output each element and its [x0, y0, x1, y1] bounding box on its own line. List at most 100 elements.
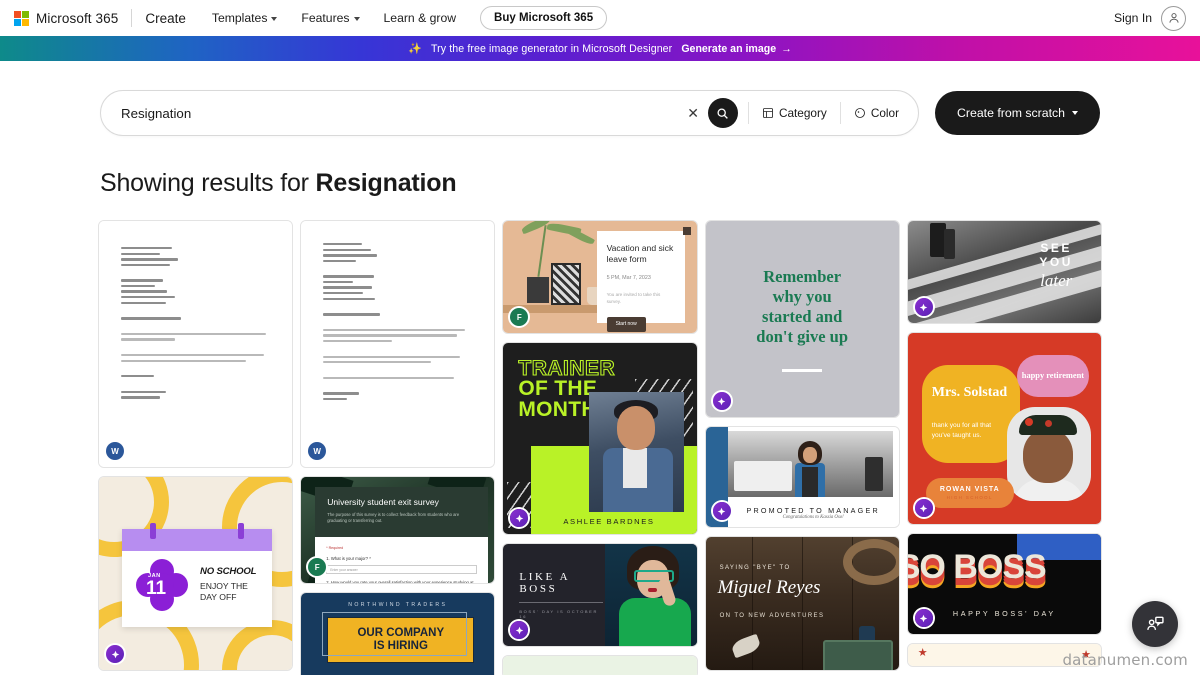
designer-badge	[914, 499, 933, 517]
color-palette-icon	[854, 108, 865, 118]
quote-line-4: don't give up	[756, 326, 848, 346]
results-prefix: Showing results for	[100, 169, 316, 197]
calendar-graphic: JAN 11 NO SCHOOL ENJOY THE DAY OFF	[122, 523, 272, 627]
template-card-promoted-to-manager[interactable]: PROMOTED TO MANAGER Congratulations to K…	[704, 426, 900, 528]
color-filter-button[interactable]: Color	[843, 106, 910, 120]
survey-question-2: 2. How would you rate your overall satis…	[326, 579, 474, 583]
template-card-no-school[interactable]: JAN 11 NO SCHOOL ENJOY THE DAY OFF	[98, 476, 294, 671]
retirement-tag: happy retirement	[1016, 355, 1089, 397]
partial-card-preview	[503, 656, 697, 675]
template-card-happy-retirement[interactable]: happy retirement Mrs. Solstad thank you …	[906, 332, 1102, 525]
vacation-form-preview: Vacation and sick leave form 5 PM, Mar 7…	[503, 221, 697, 333]
vacation-form-meta: 5 PM, Mar 7, 2023	[606, 275, 651, 282]
survey-panel: University student exit survey The purpo…	[315, 487, 489, 583]
hiring-brand: NORTHWIND TRADERS	[348, 602, 448, 608]
word-badge: W	[106, 442, 124, 460]
template-card-remember-why-you-started[interactable]: Remember why you started and don't give …	[704, 220, 900, 418]
nav-create-link[interactable]: Create	[145, 11, 186, 26]
generate-image-label: Generate an image	[681, 42, 777, 55]
no-school-sub2: DAY OFF	[200, 591, 237, 602]
quote-line-3: started and	[762, 306, 843, 326]
promotion-subtitle: Congratulations to Kassia Oso!	[782, 515, 844, 520]
chevron-down-icon	[271, 16, 278, 21]
nav-item-features[interactable]: Features	[301, 11, 360, 25]
survey-title: University student exit survey	[327, 497, 439, 507]
trainer-poster-preview: TRAINER OF THE MONTH ASHLEE BARDNES	[503, 343, 697, 534]
microsoft-365-logo[interactable]: Microsoft 365	[14, 10, 119, 26]
feedback-button[interactable]	[1132, 601, 1178, 647]
star-icon: ★	[917, 647, 928, 659]
see-you-line-2: YOU	[1039, 255, 1073, 270]
retirement-preview: happy retirement Mrs. Solstad thank you …	[907, 333, 1101, 524]
category-icon	[763, 108, 773, 118]
survey-required-note: * Required	[326, 545, 344, 550]
nav-item-learn-grow[interactable]: Learn & grow	[384, 11, 457, 25]
template-card-trainer-of-the-month[interactable]: TRAINER OF THE MONTH ASHLEE BARDNES	[502, 342, 698, 535]
template-card-like-a-boss[interactable]: LIKE A BOSS BOSS' DAY IS OCTOBER 16	[502, 543, 698, 647]
no-school-title: NO SCHOOL	[200, 566, 257, 577]
like-a-boss-subtitle: BOSS' DAY IS OCTOBER 16	[519, 609, 598, 619]
designer-badge	[106, 645, 124, 663]
generate-image-link[interactable]: Generate an image →	[681, 43, 791, 55]
create-from-scratch-button[interactable]: Create from scratch	[935, 91, 1100, 135]
search-row: ✕ Category Color Create from scratch	[0, 90, 1200, 136]
search-bar[interactable]: ✕ Category Color	[100, 90, 920, 136]
filter-divider	[747, 102, 749, 124]
like-a-boss-title: LIKE A BOSS	[519, 571, 570, 595]
farewell-preview: SAYING "BYE" TO Miguel Reyes ON TO NEW A…	[705, 537, 899, 670]
template-card-so-boss[interactable]: SO BOSS SO BOSS SO BOSS SO BOSS HAPPY BO…	[906, 533, 1102, 635]
page-title: Showing results for Resignation	[100, 169, 1200, 198]
designer-badge	[914, 298, 933, 316]
promotion-preview: PROMOTED TO MANAGER Congratulations to K…	[705, 427, 899, 527]
designer-badge	[712, 392, 731, 410]
quote-line-2: why you	[772, 286, 832, 306]
template-card-miguel-reyes-farewell[interactable]: SAYING "BYE" TO Miguel Reyes ON TO NEW A…	[704, 536, 900, 671]
feedback-person-icon	[1147, 616, 1164, 630]
nav-item-templates[interactable]: Templates	[212, 11, 278, 25]
template-card-partial-bottom[interactable]	[502, 655, 698, 675]
brand-label: Microsoft 365	[36, 10, 119, 26]
template-card-university-exit-survey[interactable]: University student exit survey The purpo…	[300, 476, 496, 584]
hiring-poster-preview: NORTHWIND TRADERS OUR COMPANY IS HIRING	[301, 593, 495, 675]
retirement-message: thank you for all that you've taught us.	[931, 422, 992, 439]
search-input[interactable]	[121, 105, 679, 121]
nav-right-group: Sign In	[1114, 5, 1186, 31]
nav-item-label: Templates	[211, 11, 268, 25]
template-card-see-you-later[interactable]: SEE YOU later	[906, 220, 1102, 324]
no-school-sub1: ENJOY THE	[200, 581, 248, 591]
see-you-line-3: later	[1040, 271, 1073, 291]
trainer-line-1: TRAINER	[518, 357, 616, 380]
retirement-tag-text: happy retirement	[1021, 370, 1085, 380]
calendar-day: 11	[146, 578, 167, 599]
document-preview	[99, 221, 293, 467]
template-card-resignation-letter-1[interactable]: W	[98, 220, 294, 468]
document-preview	[301, 221, 495, 467]
template-card-resignation-letter-2[interactable]: W	[300, 220, 496, 468]
promotion-photo	[727, 431, 893, 497]
buy-microsoft-365-button[interactable]: Buy Microsoft 365	[480, 6, 608, 30]
results-query: Resignation	[315, 169, 457, 197]
arrow-right-icon: →	[781, 42, 792, 55]
close-x-icon[interactable]: ✕	[678, 106, 708, 120]
template-results-grid: W JAN 11 NO SCHOOL ENJOY THE DAY OFF W U…	[0, 220, 1200, 675]
template-card-company-hiring[interactable]: NORTHWIND TRADERS OUR COMPANY IS HIRING	[300, 592, 496, 675]
category-filter-button[interactable]: Category	[751, 106, 838, 120]
template-card-vacation-sick-leave[interactable]: Vacation and sick leave form 5 PM, Mar 7…	[502, 220, 698, 334]
sign-in-link[interactable]: Sign In	[1114, 11, 1152, 25]
search-button[interactable]	[707, 98, 738, 128]
chevron-down-icon	[1072, 111, 1078, 115]
hiring-line-2: IS HIRING	[373, 639, 428, 652]
hiring-line-1: OUR COMPANY	[357, 627, 445, 639]
vacation-form-title: Vacation and sick leave form	[606, 243, 674, 265]
top-navigation-bar: Microsoft 365 Create Templates Features …	[0, 0, 1200, 36]
survey-answer-field: Enter your answer	[326, 564, 478, 574]
retirement-name: Mrs. Solstad	[931, 385, 1008, 400]
like-a-boss-photo	[604, 544, 697, 646]
no-school-subtitle: ENJOY THE DAY OFF	[200, 581, 248, 602]
retirement-org-sub: HIGH SCHOOL	[946, 495, 993, 500]
farewell-line-3: ON TO NEW ADVENTURES	[719, 613, 825, 619]
retirement-org: ROWAN VISTA	[939, 486, 1000, 493]
person-circle-icon[interactable]	[1161, 5, 1186, 31]
designer-promo-banner[interactable]: ✨ Try the free image generator in Micros…	[0, 36, 1200, 61]
retirement-org-badge: ROWAN VISTA HIGH SCHOOL	[925, 478, 1014, 508]
